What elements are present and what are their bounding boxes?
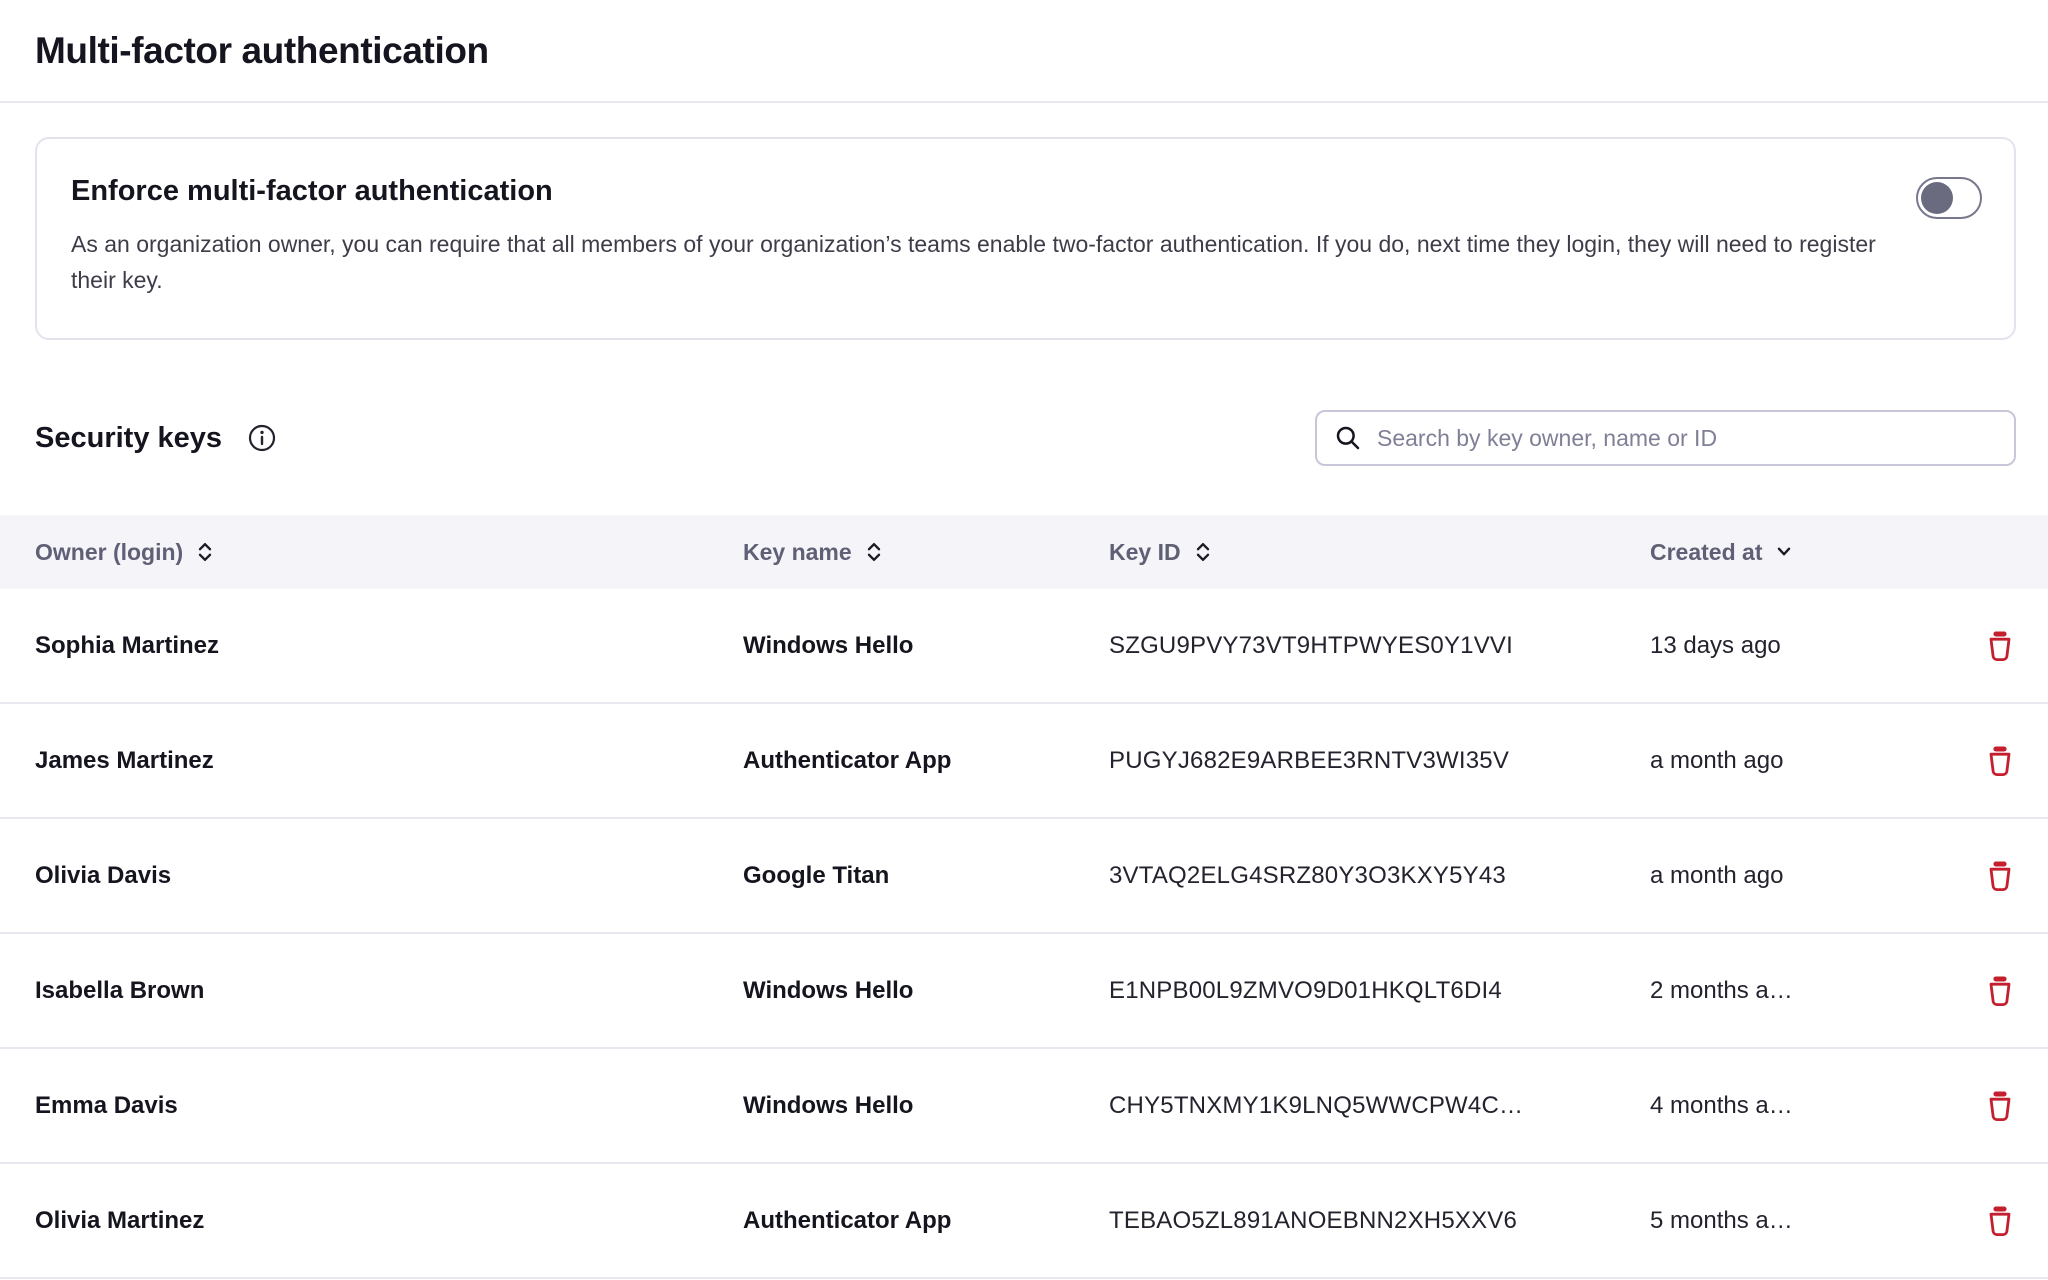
keyname-cell: Windows Hello [743,1092,1109,1120]
keyid-cell: SZGU9PVY73VT9HTPWYES0Y1VVI [1109,632,1650,660]
keyid-cell: 3VTAQ2ELG4SRZ80Y3O3KXY5Y43 [1109,862,1650,890]
column-header-keyname[interactable]: Key name [743,539,1109,566]
created-cell: 13 days ago [1650,632,1950,660]
sort-chevrons-icon [1194,541,1212,563]
security-keys-search [1315,410,2016,466]
created-cell: 5 months a… [1650,1207,1950,1235]
trash-icon[interactable] [1985,974,2015,1008]
owner-cell: Emma Davis [35,1092,743,1120]
keyname-cell: Authenticator App [743,1207,1109,1235]
column-header-label: Key name [743,539,852,566]
enforce-mfa-toggle[interactable] [1916,177,1982,219]
owner-cell: Isabella Brown [35,977,743,1005]
owner-cell: Olivia Martinez [35,1207,743,1235]
trash-icon[interactable] [1985,1204,2015,1238]
enforce-mfa-title: Enforce multi-factor authentication [71,175,1894,208]
security-keys-header-row: Security keys [35,410,2016,466]
info-circle-icon[interactable] [248,424,276,452]
table-row: James Martinez Authenticator App PUGYJ68… [0,704,2048,819]
sort-chevrons-icon [865,541,883,563]
sort-chevrons-icon [196,541,214,563]
created-cell: 4 months a… [1650,1092,1950,1120]
table-header: Owner (login) Key name Key ID [0,515,2048,589]
security-keys-title: Security keys [35,422,222,455]
keyid-cell: CHY5TNXMY1K9LNQ5WWCPW4C… [1109,1092,1650,1120]
trash-icon[interactable] [1985,1089,2015,1123]
keyname-cell: Windows Hello [743,977,1109,1005]
trash-icon[interactable] [1985,859,2015,893]
page-title: Multi-factor authentication [35,30,489,72]
owner-cell: Sophia Martinez [35,632,743,660]
column-header-keyid[interactable]: Key ID [1109,539,1650,566]
created-cell: 2 months a… [1650,977,1950,1005]
keyname-cell: Google Titan [743,862,1109,890]
page-header: Multi-factor authentication [0,0,2048,103]
trash-icon[interactable] [1985,629,2015,663]
keyid-cell: PUGYJ682E9ARBEE3RNTV3WI35V [1109,747,1650,775]
keyid-cell: TEBAO5ZL891ANOEBNN2XH5XXV6 [1109,1207,1650,1235]
keyname-cell: Authenticator App [743,747,1109,775]
keyid-cell: E1NPB00L9ZMVO9D01HKQLT6DI4 [1109,977,1650,1005]
security-keys-table: Owner (login) Key name Key ID [0,515,2048,1279]
column-header-label: Created at [1650,539,1762,566]
column-header-label: Owner (login) [35,539,183,566]
trash-icon[interactable] [1985,744,2015,778]
owner-cell: Olivia Davis [35,862,743,890]
table-row: Isabella Brown Windows Hello E1NPB00L9ZM… [0,934,2048,1049]
table-row: Emma Davis Windows Hello CHY5TNXMY1K9LNQ… [0,1049,2048,1164]
chevron-down-icon [1775,546,1793,558]
enforce-mfa-description: As an organization owner, you can requir… [71,226,1894,298]
created-cell: a month ago [1650,747,1950,775]
table-row: Olivia Martinez Authenticator App TEBAO5… [0,1164,2048,1279]
search-icon [1335,425,1361,451]
table-row: Sophia Martinez Windows Hello SZGU9PVY73… [0,589,2048,704]
column-header-owner[interactable]: Owner (login) [35,539,743,566]
column-header-label: Key ID [1109,539,1181,566]
column-header-created[interactable]: Created at [1650,539,1950,566]
table-row: Olivia Davis Google Titan 3VTAQ2ELG4SRZ8… [0,819,2048,934]
keyname-cell: Windows Hello [743,632,1109,660]
enforce-mfa-card: Enforce multi-factor authentication As a… [35,137,2016,340]
toggle-knob-icon [1921,182,1953,214]
search-input[interactable] [1375,424,1996,453]
created-cell: a month ago [1650,862,1950,890]
owner-cell: James Martinez [35,747,743,775]
